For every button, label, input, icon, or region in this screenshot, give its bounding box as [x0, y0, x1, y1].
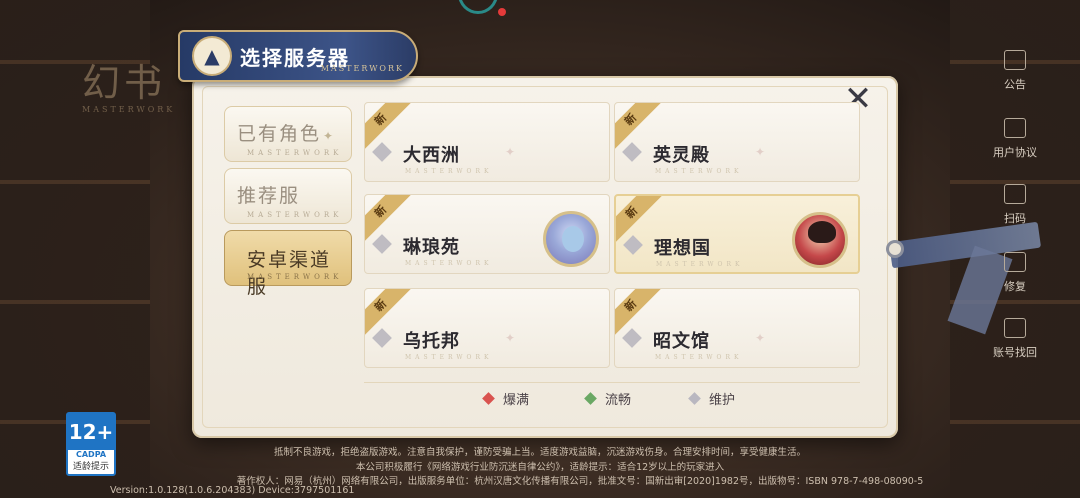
announcement-icon [1004, 50, 1026, 70]
arrow-icon: ✦ [322, 129, 333, 143]
title-banner: ▲ 选择服务器 MASTERWORK [178, 30, 418, 82]
legend-full: 爆满 [482, 389, 529, 408]
version-info: Version:1.0.128(1.0.6.204383) Device:379… [110, 485, 355, 496]
character-avatar [543, 211, 599, 267]
status-diamond-icon [623, 235, 643, 255]
footer-health-notice: 抵制不良游戏，拒绝盗版游戏。注意自我保护，谨防受骗上当。适度游戏益脑，沉迷游戏伤… [273, 447, 806, 458]
status-diamond-icon [372, 142, 392, 162]
chevron-icon: ✦ [755, 145, 766, 159]
sidebar-scan[interactable]: 扫码 [982, 184, 1048, 226]
sidebar-repair[interactable]: 修复 [982, 252, 1048, 294]
notification-dot [498, 8, 506, 16]
diamond-icon [688, 392, 701, 405]
ribbon-knot [886, 240, 904, 258]
status-diamond-icon [372, 328, 392, 348]
legend-smooth: 流畅 [584, 389, 631, 408]
sidebar-user-agreement[interactable]: 用户协议 [982, 118, 1048, 160]
tab-existing-roles[interactable]: 已有角色 ✦ MASTERWORK [224, 106, 352, 162]
status-diamond-icon [622, 328, 642, 348]
chevron-icon: ✦ [755, 331, 766, 345]
repair-icon [1004, 252, 1026, 272]
tab-android-channel[interactable]: 安卓渠道服 MASTERWORK [224, 230, 352, 298]
scan-icon [1004, 184, 1026, 204]
tab-recommended[interactable]: 推荐服 MASTERWORK [224, 168, 352, 224]
account-recover-icon [1004, 318, 1026, 338]
footer-anti-addiction: 本公司积极履行《网络游戏行业防沉迷自律公约》，适龄提示：适合12岁以上的玩家进入 [355, 462, 725, 473]
server-card-zhaowenguan[interactable]: 新 昭文馆 ✦ MASTERWORK [614, 288, 860, 368]
emblem-icon: ▲ [192, 36, 232, 76]
status-diamond-icon [372, 234, 392, 254]
sidebar-account-recover[interactable]: 账号找回 [982, 318, 1048, 360]
document-icon [1004, 118, 1026, 138]
server-card-daxizhou[interactable]: 新 大西洲 ✦ MASTERWORK [364, 102, 610, 182]
server-card-yinglingdian[interactable]: 新 英灵殿 ✦ MASTERWORK [614, 102, 860, 182]
title-subtitle: MASTERWORK [320, 64, 404, 73]
legend-maintenance: 维护 [688, 389, 735, 408]
server-card-wutuobang[interactable]: 新 乌托邦 ✦ MASTERWORK [364, 288, 610, 368]
chevron-icon: ✦ [505, 145, 516, 159]
status-legend: 爆满 流畅 维护 [364, 382, 860, 412]
character-avatar [792, 212, 848, 268]
status-diamond-icon [622, 142, 642, 162]
server-card-lixiangguo[interactable]: 新 理想国 MASTERWORK [614, 194, 860, 274]
diamond-icon [584, 392, 597, 405]
diamond-icon [482, 392, 495, 405]
top-ornament [458, 0, 498, 14]
game-logo: 幻书 MASTERWORK [82, 61, 176, 114]
sidebar-announcement[interactable]: 公告 [982, 50, 1048, 92]
server-card-linlangyuan[interactable]: 新 琳琅苑 MASTERWORK [364, 194, 610, 274]
chevron-icon: ✦ [505, 331, 516, 345]
